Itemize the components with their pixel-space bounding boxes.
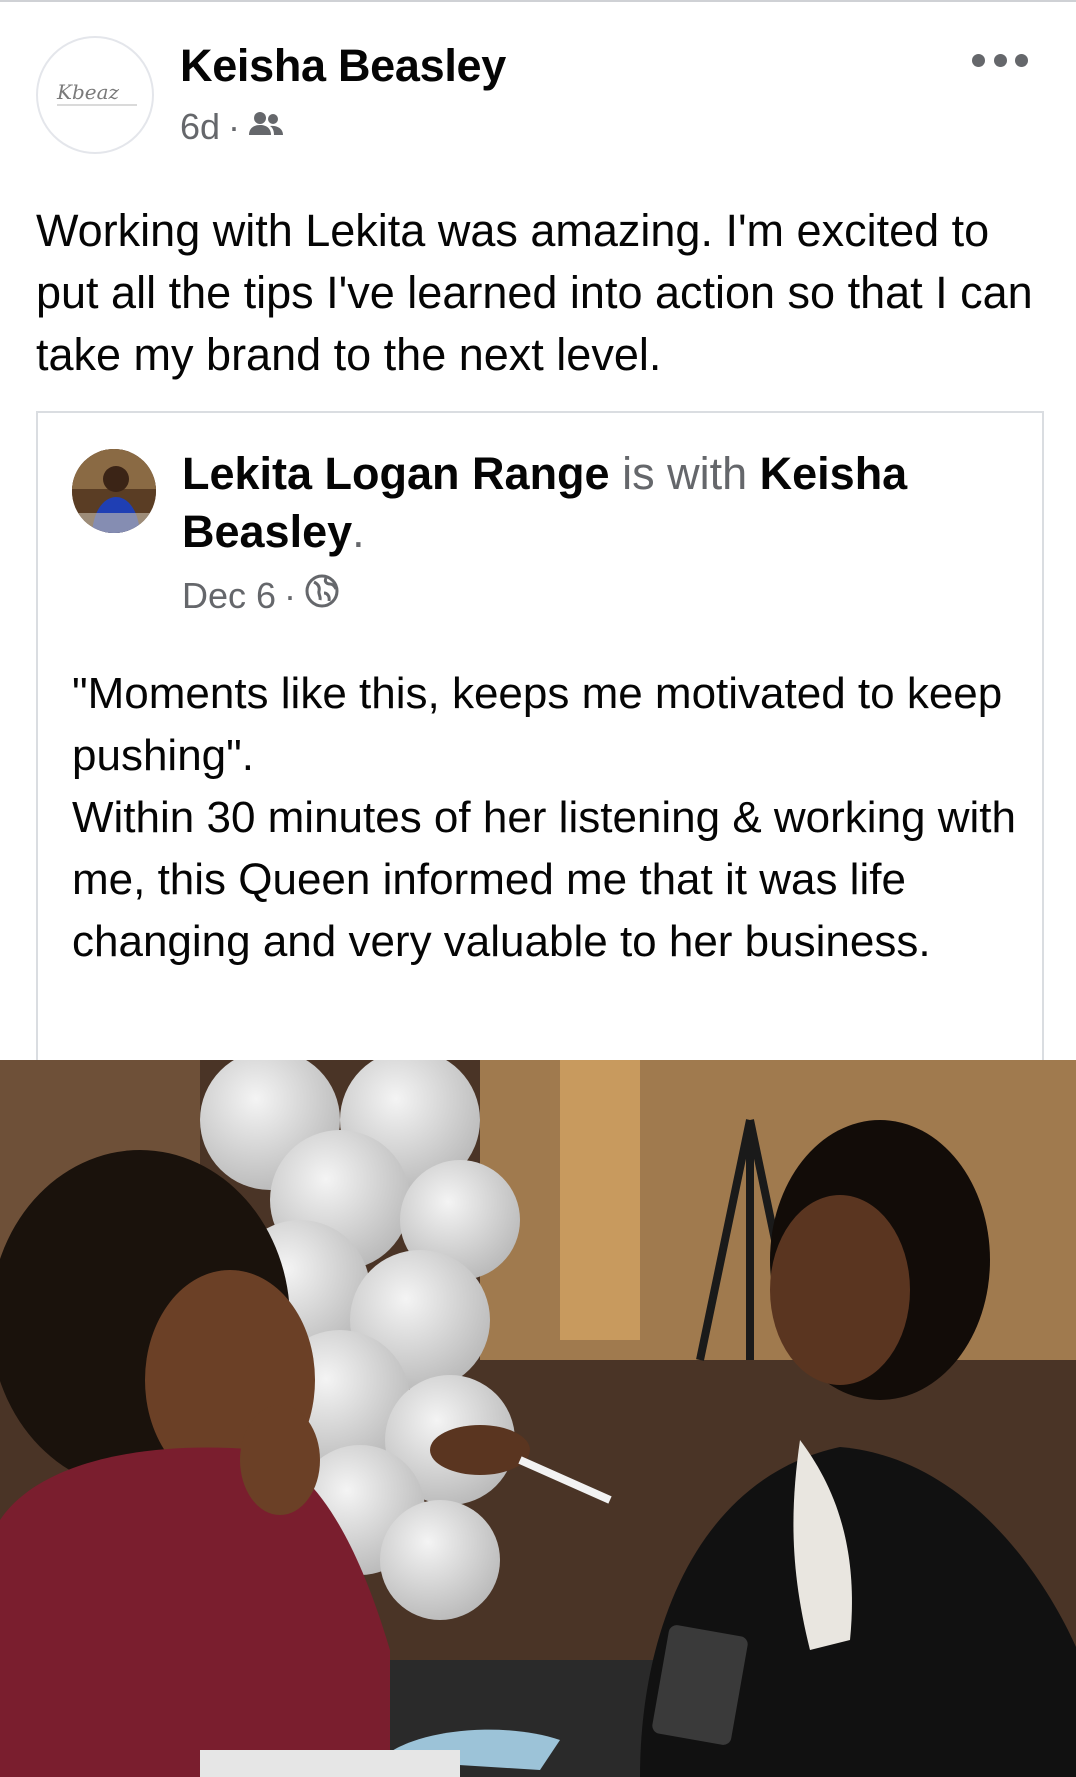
shared-meta-separator: ·: [284, 574, 297, 616]
post-meta: 6d ·: [180, 106, 284, 148]
shared-post-card[interactable]: Lekita Logan Range is with Keisha Beasle…: [36, 411, 1044, 1061]
shared-date[interactable]: Dec 6: [182, 575, 276, 617]
friends-icon: [248, 106, 284, 148]
header-period: .: [352, 506, 365, 557]
post-text: Working with Lekita was amazing. I'm exc…: [36, 205, 1033, 380]
shared-header: Lekita Logan Range is with Keisha Beasle…: [182, 445, 1012, 561]
brand-logo: Kbeaz: [56, 80, 137, 106]
meta-separator: ·: [228, 106, 241, 147]
post-time[interactable]: 6d: [180, 106, 220, 148]
shared-meta: Dec 6 ·: [182, 573, 340, 618]
shared-author-avatar[interactable]: [72, 449, 156, 533]
top-divider: [0, 0, 1076, 2]
post-photo[interactable]: [0, 1060, 1076, 1777]
globe-icon: [304, 573, 340, 618]
is-with-text: is with: [622, 448, 748, 499]
shared-author-name[interactable]: Lekita Logan Range: [182, 448, 610, 499]
author-name[interactable]: Keisha Beasley: [180, 40, 506, 92]
author-avatar[interactable]: Kbeaz: [36, 36, 154, 154]
more-options-icon[interactable]: [972, 48, 1028, 72]
shared-post-text: "Moments like this, keeps me motivated t…: [72, 669, 1016, 966]
logo-text: Kbeaz: [56, 80, 120, 104]
